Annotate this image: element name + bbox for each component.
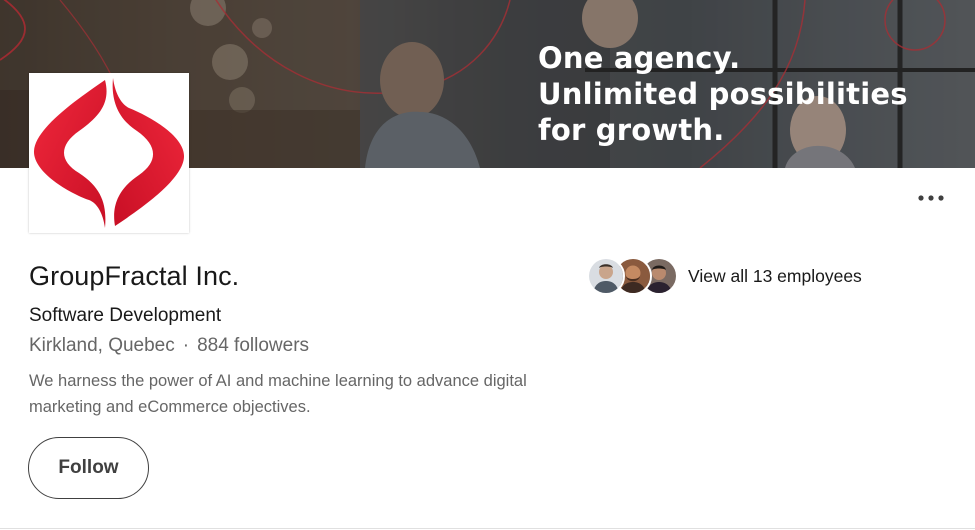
follow-button[interactable]: Follow xyxy=(28,437,149,499)
company-name: GroupFractal Inc. xyxy=(29,261,240,291)
tagline-line-2: Unlimited possibilities xyxy=(538,77,908,111)
follower-count[interactable]: 884 followers xyxy=(197,335,309,356)
banner-tagline: One agency. Unlimited possibilities for … xyxy=(538,40,908,148)
tagline-line-3: for growth. xyxy=(538,113,725,147)
avatar xyxy=(587,257,625,295)
groupfractal-logo-icon xyxy=(33,78,185,228)
company-meta: Kirkland, Quebec · 884 followers xyxy=(29,335,309,357)
company-industry: Software Development xyxy=(29,305,222,326)
company-description: We harness the power of AI and machine l… xyxy=(29,372,527,416)
company-header-card: One agency. Unlimited possibilities for … xyxy=(0,0,975,529)
meta-separator: · xyxy=(182,335,190,356)
view-employees-label[interactable]: View all 13 employees xyxy=(688,266,862,287)
company-logo[interactable] xyxy=(29,73,189,233)
view-employees-link[interactable]: View all 13 employees xyxy=(587,256,862,296)
employee-avatars xyxy=(587,257,679,295)
tagline-line-1: One agency. xyxy=(538,41,741,75)
ellipsis-icon xyxy=(918,195,944,201)
company-location: Kirkland, Quebec xyxy=(29,335,175,356)
more-options-button[interactable] xyxy=(912,184,950,212)
